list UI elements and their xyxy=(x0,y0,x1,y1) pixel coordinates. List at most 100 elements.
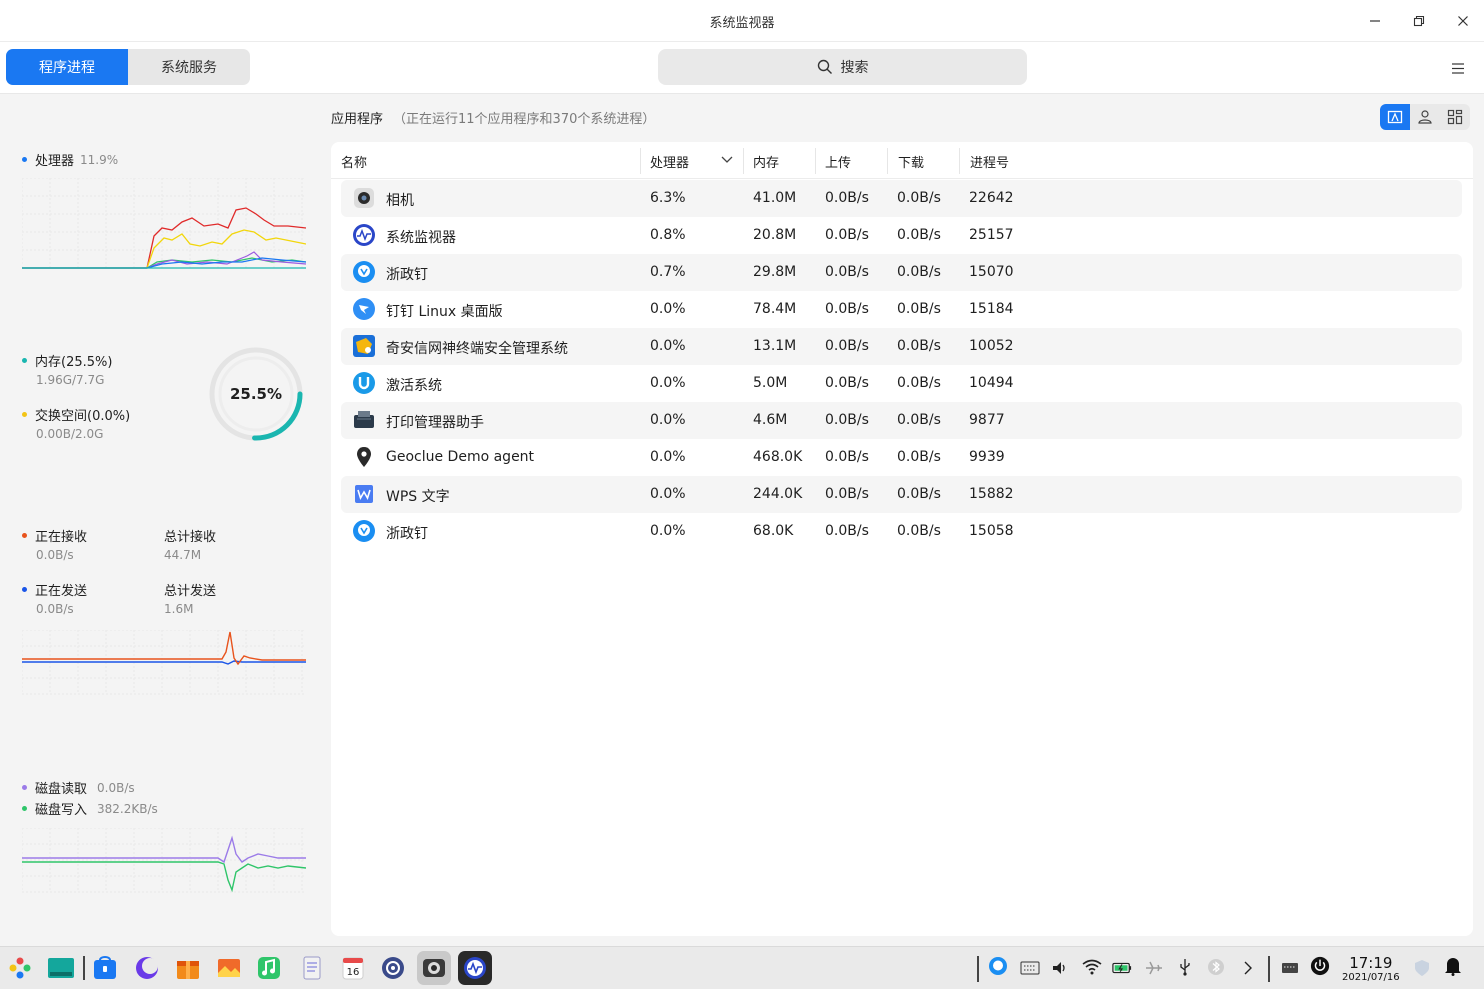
process-download: 0.0B/s xyxy=(897,523,941,539)
tray-separator xyxy=(1268,956,1270,982)
table-row[interactable]: 浙政钉 0.0% 68.0K 0.0B/s 0.0B/s 15058 xyxy=(341,513,1462,550)
process-download: 0.0B/s xyxy=(897,227,941,243)
table-row[interactable]: 奇安信网神终端安全管理系统 0.0% 13.1M 0.0B/s 0.0B/s 1… xyxy=(341,328,1462,365)
process-memory: 20.8M xyxy=(753,227,797,243)
process-upload: 0.0B/s xyxy=(825,338,869,354)
usb-icon xyxy=(1180,959,1190,976)
search-input[interactable]: 搜索 xyxy=(658,49,1027,85)
close-icon xyxy=(1458,16,1468,26)
table-row[interactable]: 相机 6.3% 41.0M 0.0B/s 0.0B/s 22642 xyxy=(341,180,1462,217)
menu-icon[interactable] xyxy=(1446,58,1468,78)
music-icon xyxy=(258,957,280,979)
dingtalk-icon xyxy=(353,298,375,320)
table-row[interactable]: WPS 文字 0.0% 244.0K 0.0B/s 0.0B/s 15882 xyxy=(341,476,1462,513)
table-row[interactable]: 打印管理器助手 0.0% 4.6M 0.0B/s 0.0B/s 9877 xyxy=(341,402,1462,439)
total-send-label: 总计发送 xyxy=(164,584,217,599)
wifi-icon xyxy=(1082,959,1102,975)
process-pid: 10052 xyxy=(969,338,1014,354)
process-cpu: 0.8% xyxy=(650,227,686,243)
swap-dot xyxy=(22,412,27,417)
zhezhengding-icon xyxy=(353,520,375,542)
sort-chevron-down-icon[interactable] xyxy=(721,156,733,164)
dock-browser[interactable] xyxy=(130,951,164,985)
close-button[interactable] xyxy=(1450,8,1476,34)
dock-settings[interactable] xyxy=(376,951,410,985)
process-upload: 0.0B/s xyxy=(825,449,869,465)
tray-keyboard[interactable] xyxy=(1020,958,1040,978)
col-pid[interactable]: 进程号 xyxy=(970,152,1009,171)
wps-writer-icon xyxy=(355,485,373,503)
process-memory: 41.0M xyxy=(753,190,797,206)
app-view-button[interactable] xyxy=(1380,104,1410,130)
col-name[interactable]: 名称 xyxy=(341,152,367,171)
tray-separator xyxy=(977,956,979,982)
system-monitor-icon xyxy=(353,224,375,246)
tab-services[interactable]: 系统服务 xyxy=(128,49,250,85)
dock-music[interactable] xyxy=(252,951,286,985)
disk-read-label: 磁盘读取 xyxy=(35,782,88,797)
dock-app-store[interactable] xyxy=(88,951,122,985)
col-cpu[interactable]: 处理器 xyxy=(650,152,689,171)
user-icon xyxy=(1418,110,1432,124)
tray-expand[interactable] xyxy=(1238,958,1258,978)
process-pid: 15882 xyxy=(969,486,1014,502)
process-name: 系统监视器 xyxy=(386,230,456,246)
dock-deepin-terminal[interactable] xyxy=(44,951,78,985)
process-memory: 29.8M xyxy=(753,264,797,280)
table-row[interactable]: 系统监视器 0.8% 20.8M 0.0B/s 0.0B/s 25157 xyxy=(341,217,1462,254)
qianxin-icon xyxy=(353,335,375,357)
minimize-button[interactable] xyxy=(1362,8,1388,34)
restore-icon xyxy=(1413,15,1425,27)
col-download[interactable]: 下载 xyxy=(898,152,924,171)
notification-button[interactable] xyxy=(1443,956,1463,976)
clock[interactable]: 17:19 2021/07/16 xyxy=(1342,954,1400,983)
col-memory[interactable]: 内存 xyxy=(753,152,779,171)
tab-processes[interactable]: 程序进程 xyxy=(6,49,128,85)
tray-onscreen-keyboard[interactable] xyxy=(1280,958,1300,978)
window-title: 系统监视器 xyxy=(709,16,775,31)
power-button[interactable] xyxy=(1310,956,1330,976)
process-upload: 0.0B/s xyxy=(825,301,869,317)
package-icon xyxy=(177,961,199,979)
tray-battery[interactable] xyxy=(1112,958,1132,978)
tray-airplane-mode[interactable] xyxy=(1144,958,1164,978)
dock-image-viewer[interactable] xyxy=(212,951,246,985)
dock-system-monitor[interactable] xyxy=(458,951,492,985)
cpu-dot xyxy=(22,157,27,162)
tray-volume[interactable] xyxy=(1050,958,1070,978)
tray-zhezhengding[interactable] xyxy=(988,956,1008,976)
disk-read-value: 0.0B/s xyxy=(97,780,135,795)
dock-app[interactable] xyxy=(171,951,205,985)
memory-label: 内存(25.5%) xyxy=(35,355,113,370)
table-row[interactable]: Geoclue Demo agent 0.0% 468.0K 0.0B/s 0.… xyxy=(341,439,1462,476)
onscreen-keyboard-icon xyxy=(1282,963,1298,973)
tray-wifi[interactable] xyxy=(1082,957,1102,977)
cpu-chart xyxy=(22,178,306,269)
receiving-label: 正在接收 xyxy=(35,530,88,545)
process-name: 相机 xyxy=(386,193,414,209)
process-memory: 78.4M xyxy=(753,301,797,317)
tray-bluetooth[interactable] xyxy=(1206,957,1226,977)
maximize-button[interactable] xyxy=(1406,8,1432,34)
table-row[interactable]: 钉钉 Linux 桌面版 0.0% 78.4M 0.0B/s 0.0B/s 15… xyxy=(341,291,1462,328)
tray-usb[interactable] xyxy=(1175,957,1195,977)
calendar-day: 16 xyxy=(347,967,360,978)
dock-document-viewer[interactable] xyxy=(295,951,329,985)
all-processes-button[interactable] xyxy=(1440,104,1470,130)
process-name: 钉钉 Linux 桌面版 xyxy=(386,304,503,320)
total-recv-legend: 总计接收 xyxy=(164,526,216,545)
calendar-icon: 16 xyxy=(342,957,364,980)
process-name: 激活系统 xyxy=(386,378,442,394)
table-row[interactable]: 浙政钉 0.7% 29.8M 0.0B/s 0.0B/s 15070 xyxy=(341,254,1462,291)
dock-camera[interactable] xyxy=(417,951,451,985)
volume-icon xyxy=(1053,962,1065,974)
user-view-button[interactable] xyxy=(1410,104,1440,130)
dock-calendar[interactable]: 16 xyxy=(336,951,370,985)
col-upload[interactable]: 上传 xyxy=(825,152,851,171)
tray-app[interactable] xyxy=(1412,958,1432,978)
launcher-button[interactable] xyxy=(3,951,37,985)
col-divider xyxy=(815,148,816,174)
memory-legend: 内存(25.5%) xyxy=(22,351,112,370)
table-row[interactable]: 激活系统 0.0% 5.0M 0.0B/s 0.0B/s 10494 xyxy=(341,365,1462,402)
col-divider xyxy=(887,148,888,174)
